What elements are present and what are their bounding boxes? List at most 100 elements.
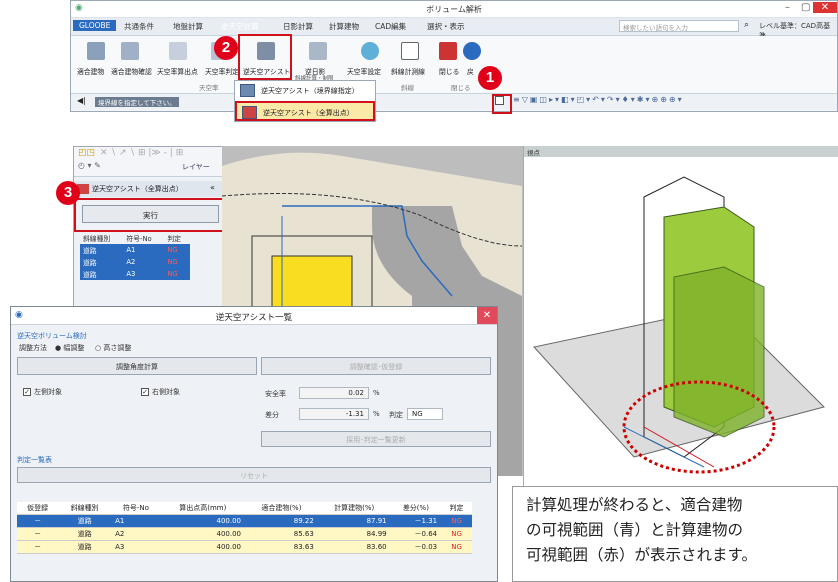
options-icon[interactable]: ◴ ▾ ✎ [78, 161, 101, 170]
sky-judge-button[interactable]: 天空率判定 [205, 66, 239, 76]
menu-shadow[interactable]: 日影計算 [283, 21, 313, 32]
safety-value: 0.02 [299, 387, 369, 399]
menu-common[interactable]: 共通条件 [124, 21, 154, 32]
status-line: ◀| 境界線を指定して下さい。 ≡▽▣◫▸▾◧▾◰▾↶▾↷▾♦▾✱▾⊕⊕⊕▾ [71, 94, 837, 110]
nav-icon[interactable]: ◀| [77, 96, 86, 105]
toolbar-icons[interactable]: ≡▽▣◫▸▾◧▾◰▾↶▾↷▾♦▾✱▾⊕⊕⊕▾ [513, 95, 684, 104]
group-sky: 天空率 [199, 84, 219, 92]
badge-2: 2 [214, 36, 238, 60]
table-row[interactable]: － 道路 A1 400.00 89.22 87.91 －1.31 NG [17, 514, 472, 528]
dialog-title-bar: ◉ 逆天空アシスト一覧 ✕ [11, 307, 497, 325]
menu-bar: GLOOBE 共通条件 地盤計算 逆天空計算 日影計算 計算建物 CAD編集 選… [71, 18, 837, 40]
highlight-box-1 [492, 94, 512, 114]
table-row[interactable]: － 道路 A3 400.00 83.63 83.60 －0.03 NG [17, 540, 472, 554]
fit-building-button[interactable]: 適合建物 [77, 66, 104, 76]
maximize-icon[interactable]: ▢ [801, 2, 810, 13]
cell: 85.63 [244, 527, 318, 541]
reverse-shadow-icon [309, 42, 327, 60]
search-input[interactable]: 検索したい語句を入力 [619, 20, 739, 32]
dialog-close-icon[interactable]: ✕ [477, 307, 497, 324]
close-icon[interactable]: ✕ [813, 2, 837, 13]
caption-line: 計算処理が終わると、適合建物 [526, 496, 743, 514]
fit-building-icon [87, 42, 105, 60]
fit-check-icon [121, 42, 139, 60]
section-list: 判定一覧表 [17, 456, 52, 464]
menu-ground[interactable]: 地盤計算 [173, 21, 203, 32]
group-close: 閉じる [451, 84, 471, 92]
caption-line: の可視範囲（青）と計算建物の [526, 521, 744, 539]
update-button[interactable]: 採用･判定一覧更新 [261, 431, 491, 447]
cell: 400.00 [160, 514, 245, 528]
cell: 400.00 [160, 540, 245, 554]
table-row[interactable]: 道路 A2 NG [80, 256, 190, 268]
minimize-icon[interactable]: – [785, 2, 790, 13]
back-button[interactable]: 戻 [467, 66, 474, 76]
menu-reverse-sky[interactable]: 逆天空計算 [221, 21, 259, 32]
radio-height-label: 高さ調整 [103, 344, 132, 352]
judge-value: NG [407, 408, 443, 420]
title-bar: ◉ ボリューム解析 – ▢ ✕ [71, 1, 837, 18]
col-height: 算出点高(mm) [160, 502, 245, 515]
menu-gloobe[interactable]: GLOOBE [73, 20, 117, 31]
window-title: ボリューム解析 [426, 5, 482, 14]
cell: 道路 [58, 514, 112, 528]
check-icon: ✓ [23, 388, 31, 396]
confirm-register-button[interactable]: 調整確認･仮登録 [261, 357, 491, 375]
table-row[interactable]: 道路 A3 NG [80, 268, 190, 280]
perspective-view[interactable]: 視点 [523, 146, 838, 496]
menu-cad-edit[interactable]: CAD編集 [375, 21, 406, 32]
slope-measure-button[interactable]: 斜線計測線 [391, 66, 425, 76]
reset-button[interactable]: リセット [17, 467, 491, 483]
menu-select-view[interactable]: 選択・表示 [427, 21, 465, 32]
right-target-checkbox[interactable]: ✓ 右側対象 [141, 387, 180, 397]
judge-label: 判定 [389, 411, 403, 419]
menu-calc-building[interactable]: 計算建物 [329, 21, 359, 32]
select-icon[interactable]: ◰◳ [78, 148, 95, 158]
col-calc: 計算建物(%) [317, 502, 391, 515]
col-diff: 差分(%) [390, 502, 442, 515]
dialog-title: 逆天空アシスト一覧 [215, 313, 293, 323]
col-fit: 適合建物(%) [244, 502, 318, 515]
radio-height[interactable]: ○ 高さ調整 [95, 343, 131, 353]
cell: 道路 [58, 540, 112, 554]
left-target-label: 左側対象 [34, 388, 62, 396]
col-provisional: 仮登録 [17, 502, 59, 515]
building-drawing [533, 176, 825, 474]
sky-setting-button[interactable]: 天空率設定 [347, 66, 381, 76]
col-type: 斜線種別 [58, 502, 112, 515]
angle-calc-button[interactable]: 調整角度計算 [17, 357, 257, 375]
dropdown-item-boundary[interactable]: 逆天空アシスト（境界線指定） [235, 81, 375, 101]
cell: 400.00 [160, 527, 245, 541]
dropdown-item-all-points[interactable]: 逆天空アシスト（全算出点） [235, 101, 375, 121]
panel-col-code: 符号-No [126, 235, 152, 243]
cell: －1.31 [390, 514, 442, 528]
badge-1: 1 [478, 66, 502, 90]
close-button[interactable]: 閉じる [439, 66, 459, 76]
cell: 道路 [58, 527, 112, 541]
cell: NG [441, 514, 472, 528]
cell: －0.03 [390, 540, 442, 554]
view2-title: 視点 [524, 146, 838, 157]
table-row[interactable]: 道路 A1 NG [80, 244, 190, 256]
dropdown-item-boundary-label: 逆天空アシスト（境界線指定） [261, 87, 359, 95]
collapse-icon[interactable]: « [210, 183, 215, 192]
assist-dropdown: 逆天空アシスト（境界線指定） 逆天空アシスト（全算出点） [234, 80, 376, 122]
sky-point-icon [169, 42, 187, 60]
highlight-box-3 [74, 198, 224, 232]
layer-button[interactable]: レイヤー [182, 162, 210, 172]
cell-judge: NG [164, 244, 190, 256]
cell-judge: NG [164, 256, 190, 268]
table-row[interactable]: － 道路 A2 400.00 85.63 84.99 －0.64 NG [17, 527, 472, 541]
cell: － [17, 514, 59, 528]
caption-box: 計算処理が終わると、適合建物 の可視範囲（青）と計算建物の 可視範囲（赤）が表示… [512, 486, 838, 582]
draw-tools-icon[interactable]: ✕ ∖ ↗ ∖ ⊞ |≫ - | ⊞ [100, 148, 183, 158]
panel-col-type: 斜線種別 [83, 235, 111, 243]
safety-label: 安全率 [265, 390, 286, 398]
diff-value: -1.31 [299, 408, 369, 420]
sky-point-button[interactable]: 天空率算出点 [157, 66, 198, 76]
search-icon[interactable]: ⌕ [744, 20, 749, 30]
cell: 87.91 [317, 514, 391, 528]
left-target-checkbox[interactable]: ✓ 左側対象 [23, 387, 62, 397]
radio-width[interactable]: ● 幅調整 [55, 343, 84, 353]
fit-check-button[interactable]: 適合建物確認 [111, 66, 152, 76]
